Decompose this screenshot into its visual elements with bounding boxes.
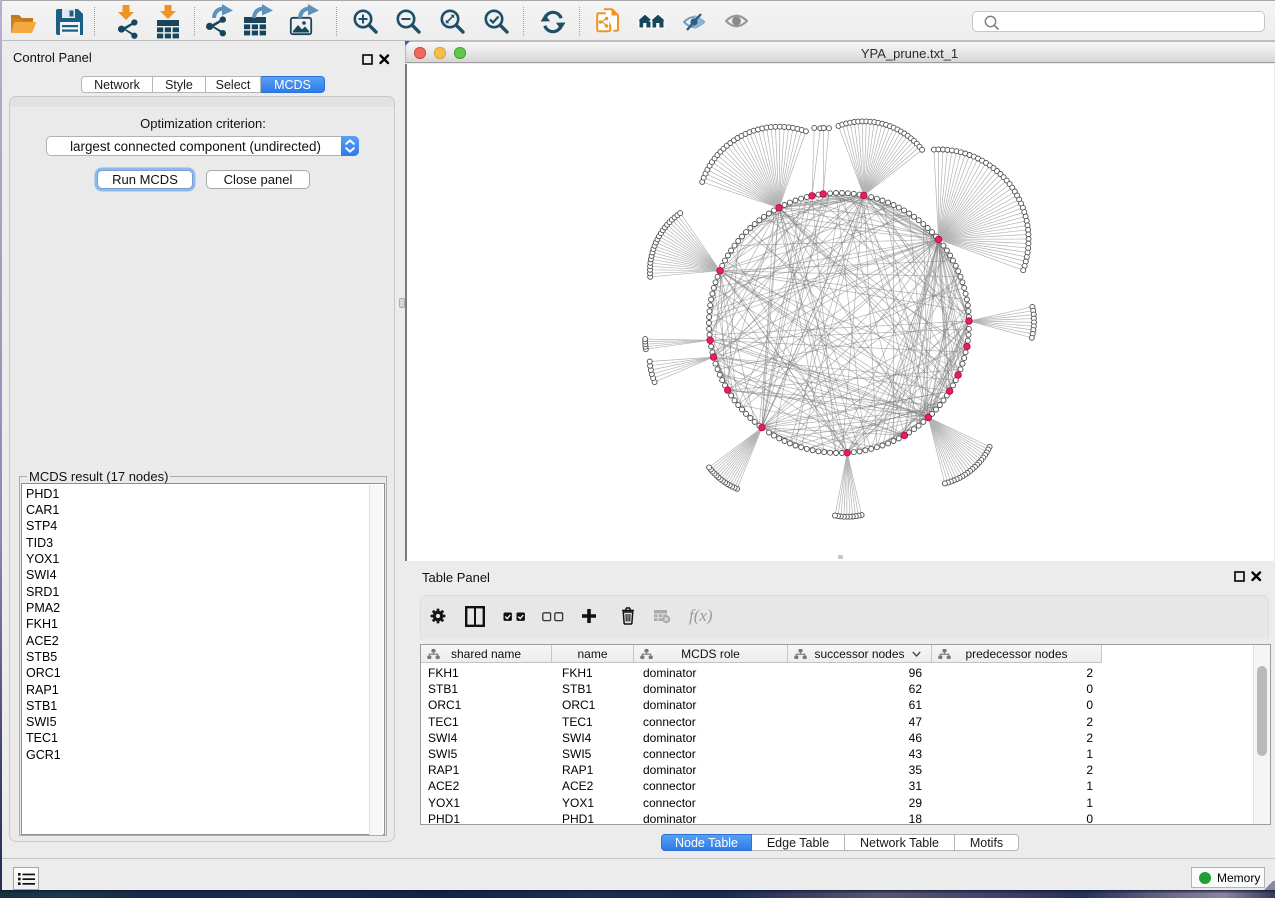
svg-text:f(x): f(x) bbox=[689, 606, 713, 625]
